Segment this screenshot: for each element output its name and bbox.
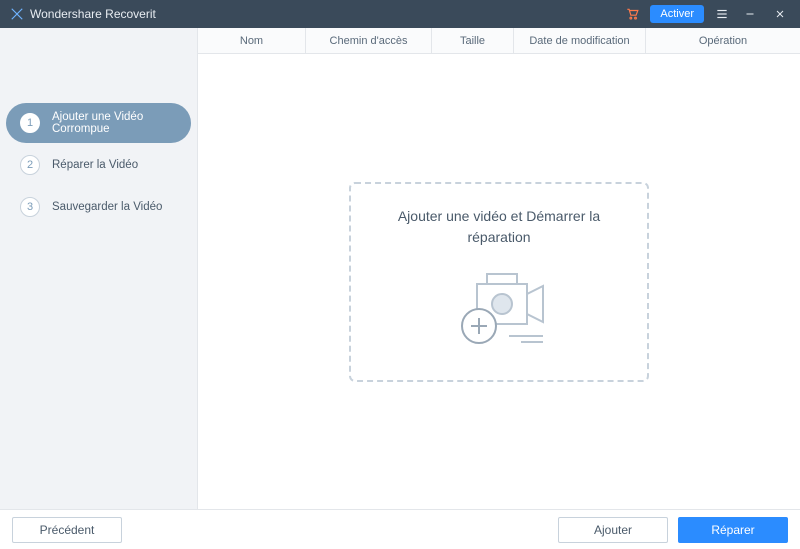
content-area: Ajouter une vidéo et Démarrer la réparat… — [198, 54, 800, 509]
app-logo-icon — [10, 7, 24, 21]
column-name[interactable]: Nom — [198, 28, 306, 53]
column-modified[interactable]: Date de modification — [514, 28, 646, 53]
titlebar: Wondershare Recoverit Activer — [0, 0, 800, 28]
column-size[interactable]: Taille — [432, 28, 514, 53]
close-button[interactable] — [770, 4, 790, 24]
column-path[interactable]: Chemin d'accès — [306, 28, 432, 53]
camera-add-illustration — [439, 266, 559, 361]
cart-icon[interactable] — [624, 6, 640, 22]
dropzone[interactable]: Ajouter une vidéo et Démarrer la réparat… — [349, 182, 649, 382]
activate-button[interactable]: Activer — [650, 5, 704, 23]
menu-icon[interactable] — [714, 6, 730, 22]
app-title: Wondershare Recoverit — [30, 7, 156, 21]
table-header: Nom Chemin d'accès Taille Date de modifi… — [198, 28, 800, 54]
step-label: Réparer la Vidéo — [52, 159, 138, 171]
step-number: 2 — [20, 155, 40, 175]
minimize-button[interactable] — [740, 4, 760, 24]
app-logo: Wondershare Recoverit — [10, 7, 156, 21]
column-operation[interactable]: Opération — [646, 28, 800, 53]
step-number: 1 — [20, 113, 40, 133]
step-number: 3 — [20, 197, 40, 217]
step-add-video[interactable]: 1 Ajouter une Vidéo Corrompue — [6, 103, 191, 143]
back-button[interactable]: Précédent — [12, 517, 122, 543]
main-panel: Nom Chemin d'accès Taille Date de modifi… — [198, 28, 800, 509]
repair-button[interactable]: Réparer — [678, 517, 788, 543]
add-button[interactable]: Ajouter — [558, 517, 668, 543]
step-label: Ajouter une Vidéo Corrompue — [52, 111, 177, 135]
step-save-video[interactable]: 3 Sauvegarder la Vidéo — [6, 187, 191, 227]
step-repair-video[interactable]: 2 Réparer la Vidéo — [6, 145, 191, 185]
step-label: Sauvegarder la Vidéo — [52, 201, 162, 213]
sidebar: 1 Ajouter une Vidéo Corrompue 2 Réparer … — [0, 28, 198, 509]
footer: Précédent Ajouter Réparer — [0, 509, 800, 549]
dropzone-text: Ajouter une vidéo et Démarrer la réparat… — [351, 206, 647, 248]
